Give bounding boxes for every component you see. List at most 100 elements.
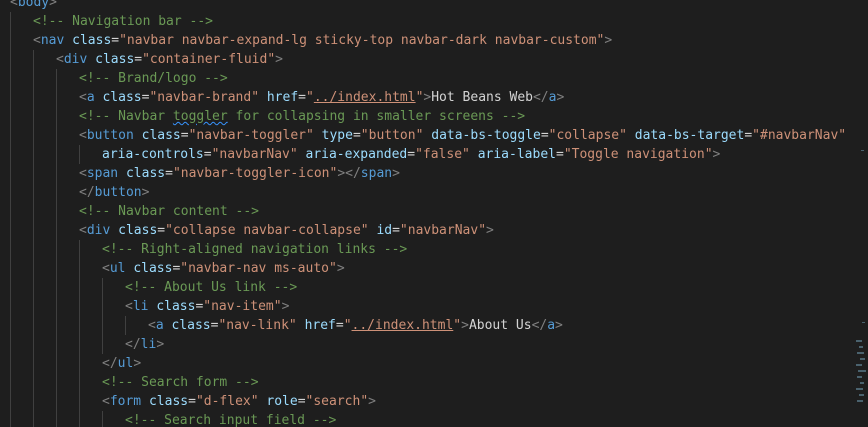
minimap-mark (860, 358, 865, 360)
indent-guide (10, 69, 11, 88)
indent-guide (10, 221, 11, 240)
code-token: li (132, 299, 149, 314)
indent-guide (56, 392, 57, 411)
code-token: "navbar-brand" (149, 90, 260, 105)
code-token: Hot Beans Web (431, 90, 533, 105)
indent-guide (56, 164, 57, 183)
code-line[interactable]: <!-- About Us link --> (0, 278, 868, 297)
code-line[interactable]: <!-- Navigation bar --> (0, 12, 868, 31)
indent-guide (10, 392, 11, 411)
minimap-mark (859, 346, 863, 348)
code-token: class (95, 52, 135, 67)
minimap[interactable] (854, 0, 868, 427)
code-line[interactable]: <a class="navbar-brand" href="../index.h… (0, 88, 868, 107)
code-token: > (392, 166, 400, 181)
code-line[interactable]: <li class="nav-item"> (0, 297, 868, 316)
code-text: <a class="navbar-brand" href="../index.h… (79, 88, 564, 107)
code-token: class (171, 318, 211, 333)
code-line[interactable]: <div class="container-fluid"> (0, 50, 868, 69)
indent-guide (56, 259, 57, 278)
indent-guide (56, 183, 57, 202)
code-line[interactable]: <button class="navbar-toggler" type="but… (0, 126, 868, 145)
code-token: "navbarNav" (211, 147, 298, 162)
code-line[interactable]: <!-- Navbar toggler for collapsing in sm… (0, 107, 868, 126)
code-token: = (540, 128, 549, 143)
code-token: = (165, 166, 173, 181)
code-token: class (148, 394, 189, 409)
indent-guide (33, 240, 34, 259)
indent-guide (10, 107, 11, 126)
code-token: id (376, 223, 393, 238)
code-line[interactable]: <!-- Search input field --> (0, 411, 868, 427)
code-line[interactable]: </li> (0, 335, 868, 354)
indent-guide (79, 354, 80, 373)
indent-guide (33, 88, 34, 107)
code-token: div (63, 52, 88, 67)
code-token: <!-- Navbar (79, 109, 173, 124)
indent-guide (10, 278, 11, 297)
indent-guide (79, 335, 80, 354)
code-line[interactable]: <nav class="navbar navbar-expand-lg stic… (0, 31, 868, 50)
code-token: "container-fluid" (142, 52, 276, 67)
code-line[interactable]: </ul> (0, 354, 868, 373)
code-token: ul (117, 356, 134, 371)
code-text: <!-- Brand/logo --> (79, 69, 228, 88)
indent-guide (10, 354, 11, 373)
code-token: <!-- About Us link --> (125, 280, 298, 295)
code-token: class (141, 128, 181, 143)
code-editor[interactable]: <body> <!-- Navigation bar --> <nav class=… (0, 0, 868, 427)
code-text: <!-- Search form --> (102, 373, 259, 392)
code-token: = (203, 147, 212, 162)
code-token: for collapsing in smaller screens --> (227, 109, 526, 124)
code-text: <!-- Search input field --> (125, 411, 336, 427)
code-line[interactable]: <span class="navbar-toggler-icon"></span… (0, 164, 868, 183)
minimap-mark (862, 322, 865, 323)
code-token: body (17, 0, 50, 10)
indent-guide (56, 297, 57, 316)
indent-guide (79, 297, 80, 316)
code-token: "d-flex" (195, 394, 259, 409)
code-text: <body> (10, 0, 57, 12)
code-text: <form class="d-flex" role="search"> (102, 392, 376, 411)
code-line[interactable]: <!-- Navbar content --> (0, 202, 868, 221)
code-line[interactable]: <!-- Search form --> (0, 373, 868, 392)
indent-guide (56, 316, 57, 335)
code-token: span (360, 166, 393, 181)
code-line[interactable]: <!-- Right-aligned navigation links --> (0, 240, 868, 259)
code-token: > (281, 299, 290, 314)
indent-guide (10, 145, 11, 164)
code-token: < (79, 166, 87, 181)
code-token: "collapse" (548, 128, 627, 143)
code-token: < (125, 299, 133, 314)
code-line[interactable]: <ul class="navbar-nav ms-auto"> (0, 259, 868, 278)
minimap-mark (857, 376, 862, 378)
code-token: "nav-item" (203, 299, 282, 314)
code-text: <li class="nav-item"> (125, 297, 289, 316)
indent-guide (33, 69, 34, 88)
code-line[interactable]: aria-controls="navbarNav" aria-expanded=… (0, 145, 868, 164)
code-line[interactable]: <!-- Brand/logo --> (0, 69, 868, 88)
indent-guide (33, 316, 34, 335)
code-token: ul (109, 261, 126, 276)
indent-guide (102, 278, 103, 297)
code-token: form (109, 394, 142, 409)
code-token: About Us (468, 318, 532, 333)
code-token: a (155, 318, 164, 333)
code-token: </ (531, 318, 548, 333)
indent-guide (10, 373, 11, 392)
code-line[interactable]: </button> (0, 183, 868, 202)
code-text: <!-- Navigation bar --> (33, 12, 213, 31)
indent-guide (33, 126, 34, 145)
code-token: button (86, 128, 134, 143)
code-line[interactable]: <body> (0, 0, 868, 12)
indent-guide (56, 88, 57, 107)
code-line[interactable]: <div class="collapse navbar-collapse" id… (0, 221, 868, 240)
code-token: li (140, 337, 157, 352)
code-line[interactable]: <a class="nav-link" href="../index.html"… (0, 316, 868, 335)
code-line[interactable]: <form class="d-flex" role="search"> (0, 392, 868, 411)
code-token: "false" (415, 147, 470, 162)
